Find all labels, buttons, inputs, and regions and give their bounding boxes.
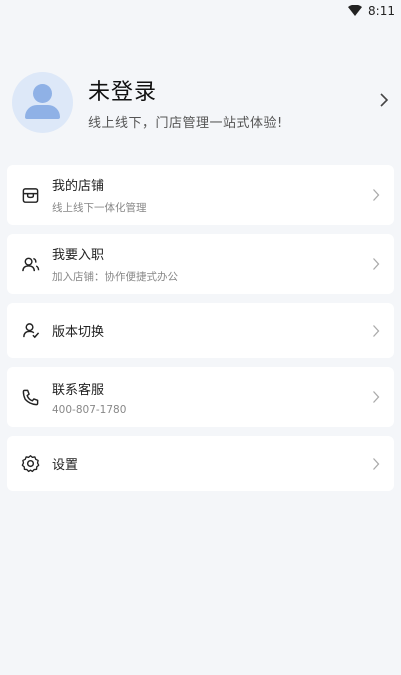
- menu-item-subtitle: 线上线下一体化管理: [52, 202, 147, 214]
- profile-text: 未登录 线上线下，门店管理一站式体验!: [88, 74, 283, 131]
- store-icon: [22, 187, 39, 203]
- menu-item-settings[interactable]: 设置: [7, 436, 394, 491]
- chevron-right-icon: [373, 324, 380, 337]
- menu-item-version-switch[interactable]: 版本切换: [7, 303, 394, 358]
- status-time: 8:11: [368, 4, 395, 18]
- profile-subtitle: 线上线下，门店管理一站式体验!: [88, 115, 283, 131]
- switch-user-icon: [23, 323, 40, 339]
- menu-item-phone-number: 400-807-1780: [52, 403, 127, 416]
- phone-icon: [22, 389, 39, 405]
- menu-item-title: 我的店铺: [52, 179, 105, 194]
- avatar[interactable]: [12, 71, 73, 133]
- menu-item-my-store[interactable]: 我的店铺 线上线下一体化管理: [7, 165, 394, 225]
- menu-item-title: 联系客服: [52, 382, 105, 398]
- menu-list: 我的店铺 线上线下一体化管理 我要入职 加入店铺：协作便捷式办公 版本切换 联系…: [0, 165, 401, 491]
- join-icon: [22, 257, 40, 271]
- menu-item-title: 我要入职: [52, 248, 105, 263]
- chevron-right-icon: [373, 391, 380, 403]
- menu-item-title: 设置: [52, 458, 79, 473]
- chevron-right-icon: [373, 258, 380, 270]
- wifi-icon: [348, 5, 363, 16]
- chevron-right-icon: [373, 457, 380, 470]
- gear-icon: [21, 455, 40, 473]
- avatar-body-shape: [25, 104, 60, 119]
- menu-item-subtitle: 加入店铺：协作便捷式办公: [52, 271, 178, 283]
- avatar-head-shape: [33, 83, 52, 103]
- menu-item-customer-service[interactable]: 联系客服 400-807-1780: [7, 367, 394, 427]
- menu-item-title: 版本切换: [52, 325, 105, 340]
- menu-item-join[interactable]: 我要入职 加入店铺：协作便捷式办公: [7, 234, 394, 294]
- chevron-right-icon[interactable]: [379, 93, 389, 107]
- profile-header[interactable]: 未登录 线上线下，门店管理一站式体验!: [0, 70, 401, 134]
- chevron-right-icon: [373, 189, 380, 201]
- profile-title: 未登录: [88, 79, 158, 105]
- status-bar: 8:11: [0, 0, 401, 22]
